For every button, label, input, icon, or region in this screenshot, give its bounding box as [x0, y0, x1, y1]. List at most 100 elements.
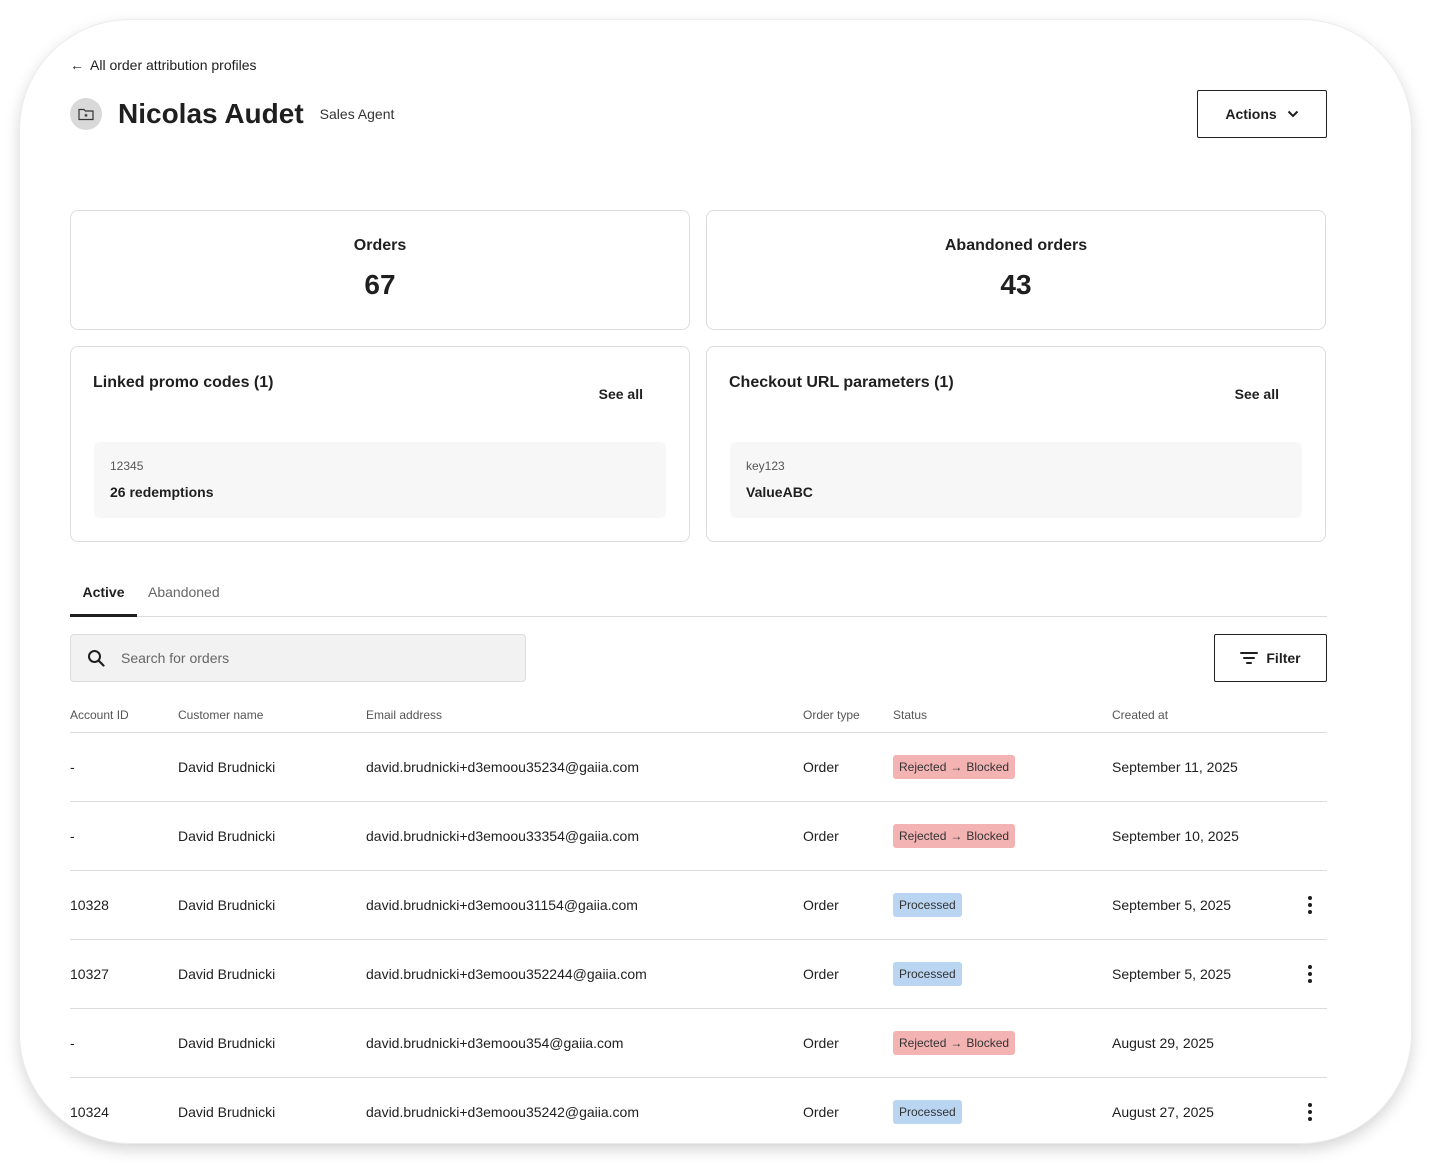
chevron-down-icon [1287, 110, 1298, 118]
abandoned-orders-stat-card: Abandoned orders 43 [706, 210, 1326, 330]
account-id-cell: - [70, 759, 75, 775]
page-content: ← All order attribution profiles Nicolas… [70, 20, 1327, 1143]
table-row[interactable]: - David Brudnicki david.brudnicki+d3emoou3… [70, 802, 1327, 871]
arrow-right-icon: → [950, 1036, 963, 1050]
role-label: Sales Agent [319, 106, 395, 122]
folder-star-icon [78, 108, 94, 121]
filter-button[interactable]: Filter [1214, 634, 1327, 682]
kebab-menu-icon[interactable] [1300, 1102, 1320, 1122]
app-window: ← All order attribution profiles Nicolas… [20, 20, 1411, 1143]
column-header-customer-name: Customer name [178, 708, 264, 722]
status-badge: Rejected → Blocked [893, 1031, 1016, 1055]
created-at-cell: September 5, 2025 [1112, 966, 1232, 982]
status-badge: Processed [893, 1100, 962, 1124]
search-input[interactable] [121, 650, 501, 666]
column-header-account-id: Account ID [70, 708, 129, 722]
status-from: Rejected [899, 829, 947, 843]
search-box [70, 634, 526, 682]
customer-name-cell: David Brudnicki [178, 1104, 276, 1120]
param-key: key123 [746, 459, 785, 473]
email-cell: david.brudnicki+d3emoou354@gaiia.com [366, 1035, 624, 1051]
checkout-params-card: Checkout URL parameters (1) See all key1… [706, 346, 1326, 542]
orders-stat-card: Orders 67 [70, 210, 690, 330]
customer-name-cell: David Brudnicki [178, 759, 276, 775]
order-type-cell: Order [803, 759, 839, 775]
order-tabs: Active Abandoned [70, 580, 1327, 617]
account-id-cell: 10328 [70, 897, 109, 913]
promo-code: 12345 [110, 459, 144, 473]
status-to: Blocked [966, 829, 1010, 843]
status-to: Blocked [966, 1036, 1010, 1050]
card-title: Checkout URL parameters (1) [729, 374, 954, 391]
email-cell: david.brudnicki+d3emoou35234@gaiia.com [366, 759, 639, 775]
status-from: Rejected [899, 1036, 947, 1050]
email-cell: david.brudnicki+d3emoou31154@gaiia.com [366, 897, 638, 913]
table-row[interactable]: - David Brudnicki david.brudnicki+d3emoou3… [70, 733, 1327, 802]
customer-name-cell: David Brudnicki [178, 828, 276, 844]
table-row[interactable]: 10324 David Brudnicki david.brudnicki+d3em… [70, 1078, 1327, 1143]
back-link[interactable]: ← All order attribution profiles [70, 57, 257, 73]
card-title: Linked promo codes (1) [93, 374, 274, 391]
customer-name-cell: David Brudnicki [178, 1035, 276, 1051]
tab-abandoned[interactable]: Abandoned [148, 584, 220, 617]
status-to: Blocked [966, 760, 1010, 774]
param-value: ValueABC [746, 484, 813, 500]
status-from: Processed [899, 1105, 956, 1119]
see-all-params-link[interactable]: See all [1235, 386, 1279, 402]
status-badge: Processed [893, 893, 962, 917]
table-body: - David Brudnicki david.brudnicki+d3emoou3… [70, 733, 1327, 1143]
created-at-cell: September 5, 2025 [1112, 897, 1232, 913]
arrow-right-icon: → [950, 760, 963, 774]
table-row[interactable]: 10327 David Brudnicki david.brudnicki+d3em… [70, 940, 1327, 1009]
tab-active[interactable]: Active [70, 584, 137, 617]
table-row[interactable]: - David Brudnicki david.brudnicki+d3emoou3… [70, 1009, 1327, 1078]
actions-button-label: Actions [1225, 106, 1277, 122]
filter-button-label: Filter [1266, 650, 1301, 666]
account-id-cell: - [70, 1035, 75, 1051]
status-from: Rejected [899, 760, 947, 774]
status-badge: Processed [893, 962, 962, 986]
column-header-email: Email address [366, 708, 443, 722]
account-id-cell: - [70, 828, 75, 844]
account-id-cell: 10324 [70, 1104, 109, 1120]
order-type-cell: Order [803, 1035, 839, 1051]
table-row[interactable]: 10328 David Brudnicki david.brudnicki+d3em… [70, 871, 1327, 940]
stat-label: Abandoned orders [944, 237, 1088, 254]
arrow-left-icon: ← [70, 57, 84, 73]
email-cell: david.brudnicki+d3emoou35242@gaiia.com [366, 1104, 639, 1120]
stat-value: 43 [1000, 269, 1032, 300]
kebab-menu-icon[interactable] [1300, 895, 1320, 915]
promo-code-item: 12345 26 redemptions [94, 442, 666, 518]
orders-table: Account ID Customer name Email address O… [70, 702, 1327, 1143]
back-link-label: All order attribution profiles [90, 57, 257, 73]
kebab-menu-icon[interactable] [1300, 964, 1320, 984]
table-header: Account ID Customer name Email address O… [70, 702, 1327, 733]
created-at-cell: August 29, 2025 [1112, 1035, 1214, 1051]
created-at-cell: September 11, 2025 [1112, 759, 1238, 775]
see-all-promo-link[interactable]: See all [599, 386, 643, 402]
email-cell: david.brudnicki+d3emoou352244@gaiia.com [366, 966, 647, 982]
order-type-cell: Order [803, 897, 839, 913]
search-icon [88, 650, 105, 667]
customer-name-cell: David Brudnicki [178, 966, 276, 982]
status-badge: Rejected → Blocked [893, 824, 1016, 848]
actions-button[interactable]: Actions [1197, 90, 1327, 138]
created-at-cell: September 10, 2025 [1112, 828, 1239, 844]
page-title: Nicolas Audet [118, 98, 304, 129]
column-header-order-type: Order type [803, 708, 860, 722]
avatar [70, 98, 102, 130]
filter-icon [1240, 652, 1259, 664]
column-header-created-at: Created at [1112, 708, 1169, 722]
email-cell: david.brudnicki+d3emoou33354@gaiia.com [366, 828, 639, 844]
order-type-cell: Order [803, 966, 839, 982]
promo-codes-card: Linked promo codes (1) See all 12345 26 … [70, 346, 690, 542]
status-from: Processed [899, 967, 956, 981]
column-header-status: Status [893, 708, 928, 722]
arrow-right-icon: → [950, 829, 963, 843]
status-badge: Rejected → Blocked [893, 755, 1016, 779]
stat-label: Orders [353, 237, 407, 254]
stat-value: 67 [364, 269, 396, 300]
promo-redemptions: 26 redemptions [110, 484, 214, 500]
order-type-cell: Order [803, 828, 839, 844]
order-type-cell: Order [803, 1104, 839, 1120]
